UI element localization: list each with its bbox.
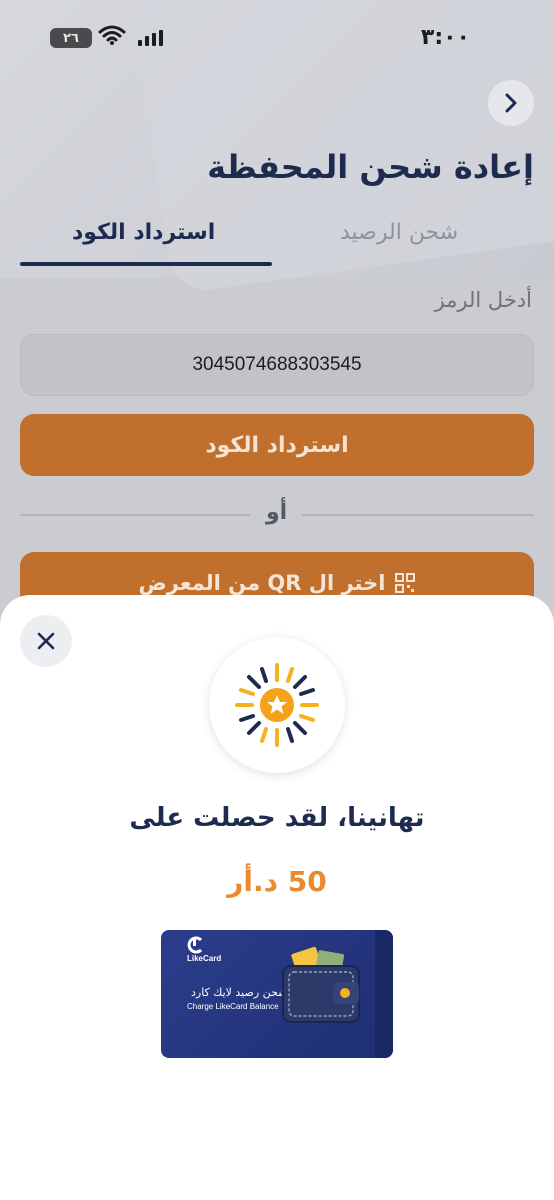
reward-amount: 50 د.أر [227, 865, 327, 898]
cellular-signal-icon [138, 30, 163, 46]
code-field-label: أدخل الرمز [434, 288, 532, 312]
likecard-balance-card: LikeCard شحن رصيد لايك كارد Charge LikeC… [161, 930, 393, 1058]
card-stripe [375, 930, 393, 1058]
page-title: إعادة شحن المحفظة [207, 148, 534, 186]
reward-badge [209, 637, 345, 773]
tab-bar: شحن الرصيد استرداد الكود [0, 210, 554, 270]
code-input[interactable]: 3045074688303545 [20, 334, 534, 396]
qr-button-label: اختر ال QR من المعرض [138, 571, 386, 595]
congrats-message: تهانينا، لقد حصلت على [129, 803, 425, 833]
divider-right [302, 514, 534, 516]
divider-left [20, 514, 250, 516]
wifi-icon [98, 25, 126, 45]
redeem-code-button[interactable]: استرداد الكود [20, 414, 534, 476]
back-button[interactable] [488, 80, 534, 126]
qr-code-icon [395, 573, 416, 593]
close-icon [37, 632, 55, 650]
app-screen: ٢٦ ٣:٠٠ إعادة شحن المحفظة شحن الرصيد است… [0, 0, 554, 1200]
status-bar: ٢٦ ٣:٠٠ [0, 0, 554, 76]
likecard-logo-icon [187, 936, 203, 954]
or-separator: أو [266, 500, 288, 525]
card-english-label: Charge LikeCard Balance [187, 1002, 279, 1011]
active-tab-indicator [20, 262, 272, 266]
chevron-right-icon [505, 93, 517, 113]
card-brand: LikeCard [187, 954, 222, 963]
success-bottom-sheet: تهانينا، لقد حصلت على 50 د.أر LikeCard ش… [0, 595, 554, 1200]
sunburst-star-icon [235, 663, 319, 747]
tab-redeem-code[interactable]: استرداد الكود [72, 220, 215, 245]
battery-level: ٢٦ [63, 30, 79, 46]
close-button[interactable] [20, 615, 72, 667]
tab-recharge-balance[interactable]: شحن الرصيد [340, 220, 458, 245]
card-arabic-label: شحن رصيد لايك كارد [191, 986, 288, 999]
battery-icon: ٢٦ [50, 28, 92, 48]
status-time: ٣:٠٠ [420, 25, 470, 50]
wallet-icon [282, 946, 360, 1023]
